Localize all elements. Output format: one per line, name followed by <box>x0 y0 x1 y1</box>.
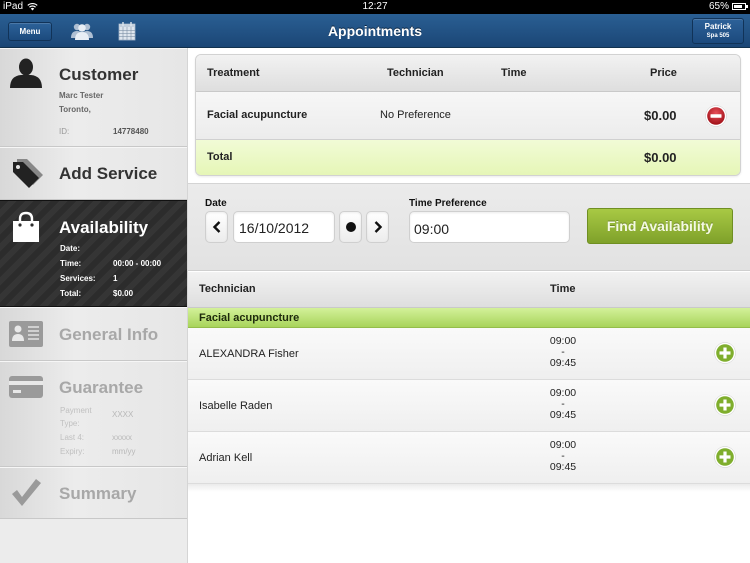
last4-value: xxxxx <box>112 433 132 442</box>
id-card-icon <box>9 321 43 347</box>
date-input[interactable]: 16/10/2012 <box>233 211 335 243</box>
sidebar-item-availability[interactable]: Availability Date: Time: 00:00 - 00:00 S… <box>0 200 187 307</box>
add-technician-button[interactable] <box>714 342 736 364</box>
sidebar-item-add-service[interactable]: Add Service <box>0 147 187 200</box>
header-technician: Technician <box>199 283 256 295</box>
technician-name: Isabelle Raden <box>199 400 273 412</box>
header-price: Price <box>650 67 677 79</box>
expiry-value: mm/yy <box>112 447 136 456</box>
availability-header-row: Technician Time <box>188 272 750 308</box>
calendar-icon[interactable] <box>116 21 138 41</box>
person-icon <box>10 58 42 88</box>
user-name: Patrick <box>704 22 732 31</box>
sidebar-item-customer[interactable]: Customer Marc Tester Toronto, ID: 147784… <box>0 48 187 147</box>
time-preference-input[interactable]: 09:00 <box>409 211 570 243</box>
customer-id-label: ID: <box>59 127 70 136</box>
find-availability-button[interactable]: Find Availability <box>587 208 733 244</box>
user-location: Spa 505 <box>706 33 730 39</box>
availability-search-panel: Date 16/10/2012 Time Preference 09:00 Fi… <box>188 183 750 271</box>
summary-title: Summary <box>59 484 137 503</box>
cart-row: Facial acupuncture No Preference $0.00 <box>196 92 740 140</box>
user-account-button[interactable]: Patrick Spa 505 <box>692 18 744 44</box>
customer-city: Toronto, <box>59 105 91 114</box>
add-technician-button[interactable] <box>714 446 736 468</box>
page-title: Appointments <box>327 23 423 39</box>
cart-total-row: Total $0.00 <box>196 140 740 175</box>
next-date-button[interactable] <box>366 211 389 243</box>
header-technician: Technician <box>387 67 444 79</box>
cart-price: $0.00 <box>644 108 677 123</box>
service-group-header: Facial acupuncture <box>188 308 750 328</box>
technician-name: Adrian Kell <box>199 452 253 464</box>
add-service-title: Add Service <box>59 164 158 183</box>
sidebar-item-guarantee[interactable]: Guarantee Payment Type: XXXX Last 4: xxx… <box>0 361 187 467</box>
header-time: Time <box>501 67 527 79</box>
sidebar-item-summary[interactable]: Summary <box>0 467 187 519</box>
cart-technician: No Preference <box>380 109 451 121</box>
shopping-bag-icon <box>13 211 39 242</box>
battery-icon <box>732 3 748 10</box>
minus-icon <box>710 114 722 118</box>
chevron-right-icon <box>374 221 382 233</box>
expiry-label: Expiry: <box>60 447 85 456</box>
today-button[interactable] <box>339 211 362 243</box>
availability-row: Adrian Kell 09:00-09:45 <box>188 432 750 484</box>
cart-treatment: Facial acupuncture <box>207 109 308 121</box>
menu-button[interactable]: Menu <box>8 22 52 41</box>
date-label: Date <box>205 198 227 209</box>
total-label: Total <box>207 151 233 163</box>
previous-date-button[interactable] <box>205 211 228 243</box>
checkmark-icon <box>12 479 41 506</box>
time-slot: 09:00-09:45 <box>549 335 577 369</box>
guarantee-title: Guarantee <box>59 378 144 397</box>
last4-label: Last 4: <box>60 433 85 442</box>
customer-name: Marc Tester <box>59 91 104 100</box>
sidebar: Customer Marc Tester Toronto, ID: 147784… <box>0 48 188 563</box>
time-slot: 09:00-09:45 <box>549 387 577 421</box>
tag-icon <box>13 159 43 188</box>
customer-id-value: 14778480 <box>113 127 149 136</box>
header-treatment: Treatment <box>207 67 260 79</box>
availability-row: Isabelle Raden 09:00-09:45 <box>188 380 750 432</box>
list-bottom-shadow <box>188 484 750 492</box>
credit-card-icon <box>9 376 43 398</box>
sidebar-item-general-info[interactable]: General Info <box>0 307 187 361</box>
service-group-name: Facial acupuncture <box>199 312 300 324</box>
remove-service-button[interactable] <box>705 105 727 127</box>
time-preference-label: Time Preference <box>409 198 487 209</box>
availability-row: ALEXANDRA Fisher 09:00-09:45 <box>188 328 750 380</box>
payment-type-value: XXXX <box>112 410 134 419</box>
customer-title: Customer <box>59 65 139 84</box>
battery-percent: 65% <box>708 1 729 12</box>
technician-name: ALEXANDRA Fisher <box>199 348 299 360</box>
time-slot: 09:00-09:45 <box>549 439 577 473</box>
clients-icon[interactable] <box>70 21 94 41</box>
cart-header-row: Treatment Technician Time Price <box>196 55 740 92</box>
payment-type-label: Payment Type: <box>60 406 92 428</box>
availability-title: Availability <box>59 218 149 237</box>
total-value: $0.00 <box>644 150 677 165</box>
clock: 12:27 <box>362 1 388 12</box>
general-info-title: General Info <box>59 325 159 344</box>
chevron-left-icon <box>212 221 220 233</box>
main-content: Treatment Technician Time Price Facial a… <box>188 48 750 563</box>
status-bar: iPad 12:27 65% <box>0 0 750 14</box>
today-dot-icon <box>345 222 356 232</box>
add-technician-button[interactable] <box>714 394 736 416</box>
header-time: Time <box>550 283 576 295</box>
navigation-bar: Menu Appointments Patrick Spa 505 <box>0 14 750 48</box>
selected-services-table: Treatment Technician Time Price Facial a… <box>195 54 741 176</box>
